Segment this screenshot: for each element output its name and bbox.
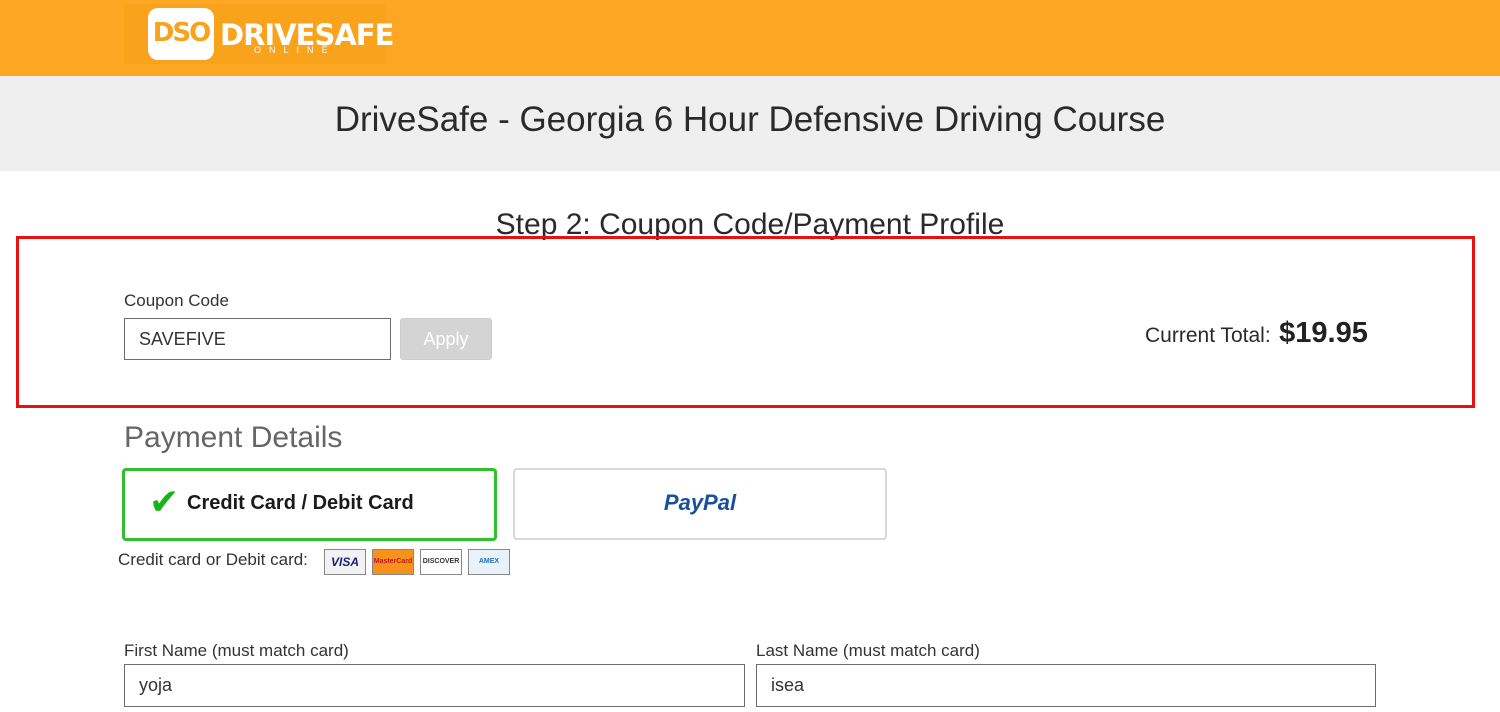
current-total-label: Current Total: [1145,324,1271,347]
last-name-label: Last Name (must match card) [756,641,980,660]
coupon-code-input[interactable] [124,318,391,360]
first-name-label: First Name (must match card) [124,641,349,660]
amex-logo-icon: AMEX [468,549,510,575]
first-name-input[interactable] [124,664,745,707]
coupon-code-label: Coupon Code [124,291,229,310]
current-total: Current Total: $19.95 [1145,317,1368,350]
top-bar: DSO DRIVESAFE ONLINE [0,0,1500,76]
course-banner: DriveSafe - Georgia 6 Hour Defensive Dri… [0,76,1500,171]
paypal-logo: PayPal [663,490,737,515]
visa-logo-icon: VISA [324,549,366,575]
current-total-value: $19.95 [1279,317,1368,349]
payment-details-heading: Payment Details [124,421,343,454]
logo-mark: DSO [148,8,214,60]
check-icon: ✔ [149,481,180,522]
logo-subtext: ONLINE [254,45,336,55]
apply-coupon-button[interactable]: Apply [400,318,492,360]
last-name-input[interactable] [756,664,1376,707]
paypal-option[interactable]: PayPal [513,468,887,540]
credit-card-option[interactable]: ✔ Credit Card / Debit Card [122,468,497,541]
discover-logo-icon: DISCOVER [420,549,462,575]
page-title: DriveSafe - Georgia 6 Hour Defensive Dri… [334,100,1166,139]
drivesafe-logo[interactable]: DSO DRIVESAFE ONLINE [124,4,394,64]
mastercard-logo-icon: MasterCard [372,549,414,575]
accepted-cards-caption: Credit card or Debit card: [118,550,308,569]
credit-card-option-label: Credit Card / Debit Card [187,492,414,514]
